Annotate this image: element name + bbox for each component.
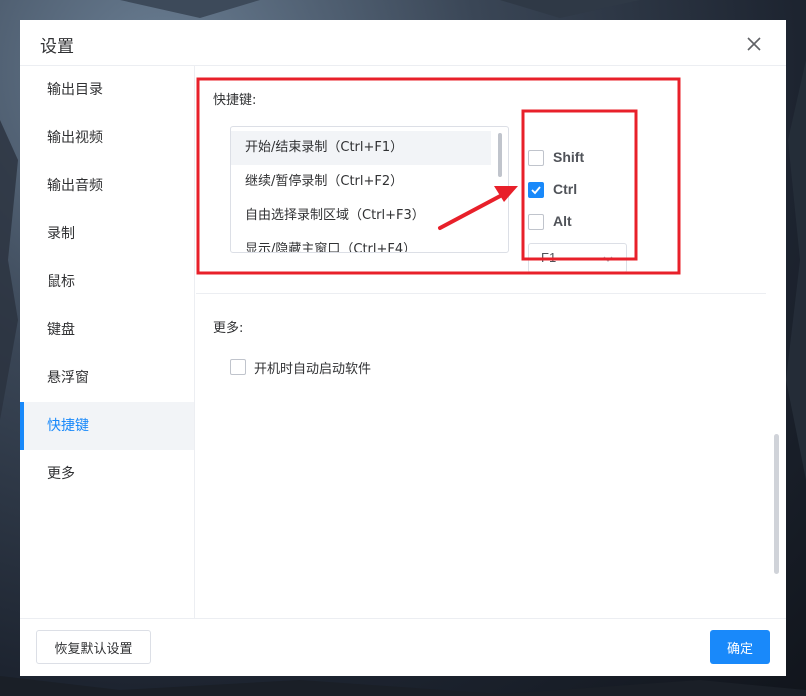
sidebar-item-keyboard[interactable]: 键盘 — [20, 306, 194, 354]
settings-content: 快捷键: 开始/结束录制（Ctrl+F1） 继续/暂停录制（Ctrl+F2） 自… — [196, 66, 786, 618]
modifier-label: Alt — [553, 213, 572, 229]
key-select-value: F1 — [541, 250, 557, 265]
checkmark-icon — [531, 186, 541, 195]
hotkey-key-select[interactable]: F1 — [528, 243, 627, 273]
hotkey-action-item[interactable]: 开始/结束录制（Ctrl+F1） — [231, 131, 491, 165]
sidebar-item-more[interactable]: 更多 — [20, 450, 194, 498]
hotkey-action-item[interactable]: 自由选择录制区域（Ctrl+F3） — [231, 199, 491, 233]
chevron-down-icon — [603, 256, 613, 262]
hotkeys-section-label: 快捷键: — [213, 93, 257, 108]
close-icon — [747, 37, 761, 51]
checkbox-box — [528, 182, 544, 198]
hotkey-action-item[interactable]: 继续/暂停录制（Ctrl+F2） — [231, 165, 491, 199]
modifier-label: Shift — [553, 149, 585, 165]
checkbox-box — [230, 359, 246, 375]
settings-sidebar: 输出目录 输出视频 输出音频 录制 鼠标 键盘 悬浮窗 快捷键 更多 — [20, 66, 195, 618]
modifier-label: Ctrl — [553, 181, 578, 197]
settings-dialog: 设置 输出目录 输出视频 输出音频 录制 鼠标 键盘 悬浮窗 快捷键 更多 快捷… — [20, 20, 786, 676]
hotkey-action-list[interactable]: 开始/结束录制（Ctrl+F1） 继续/暂停录制（Ctrl+F2） 自由选择录制… — [230, 126, 509, 253]
sidebar-item-hotkeys[interactable]: 快捷键 — [20, 402, 194, 450]
checkbox-box — [528, 214, 544, 230]
dialog-title-bar: 设置 — [20, 20, 786, 66]
hotkey-action-item[interactable]: 显示/隐藏主窗口（Ctrl+F4） — [231, 233, 491, 252]
ok-button[interactable]: 确定 — [710, 630, 770, 664]
sidebar-item-output-audio[interactable]: 输出音频 — [20, 162, 194, 210]
sidebar-item-output-directory[interactable]: 输出目录 — [20, 66, 194, 114]
sidebar-item-mouse[interactable]: 鼠标 — [20, 258, 194, 306]
hotkey-list-scrollbar[interactable] — [498, 133, 502, 177]
dialog-title: 设置 — [40, 37, 74, 57]
reset-defaults-button[interactable]: 恢复默认设置 — [36, 630, 151, 664]
autostart-label: 开机时自动启动软件 — [254, 362, 372, 377]
sidebar-item-record[interactable]: 录制 — [20, 210, 194, 258]
sidebar-item-floating-window[interactable]: 悬浮窗 — [20, 354, 194, 402]
sidebar-item-output-video[interactable]: 输出视频 — [20, 114, 194, 162]
dialog-footer: 恢复默认设置 确定 — [20, 618, 786, 676]
close-button[interactable] — [742, 32, 766, 56]
more-section-label: 更多: — [213, 321, 244, 336]
checkbox-box — [528, 150, 544, 166]
section-divider — [196, 293, 766, 294]
content-scrollbar[interactable] — [774, 434, 779, 574]
